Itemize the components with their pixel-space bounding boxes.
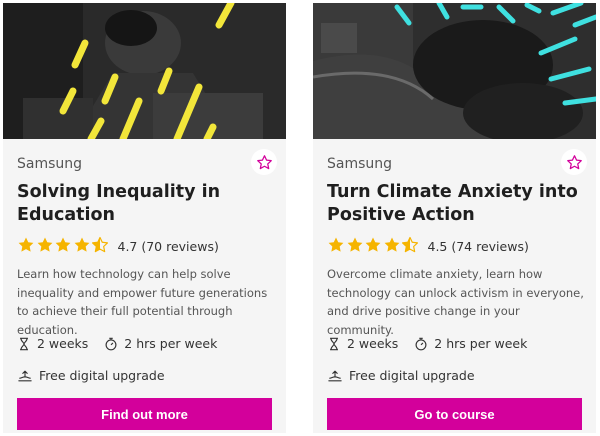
star-icon [37,237,52,252]
find-out-more-button[interactable]: Find out more [17,398,272,430]
course-image[interactable] [313,3,596,139]
star-icon [74,237,89,252]
education-photo [3,3,286,139]
star-half-icon [91,236,109,253]
effort: 2 hrs per week [414,336,527,351]
hourglass-icon [330,337,338,350]
star-half-icon [401,236,419,253]
star-icon [365,237,381,252]
upgrade-icon [328,370,342,381]
star-icon [55,237,71,252]
rating-text: 4.5 (74 reviews) [427,238,529,254]
course-provider: Samsung [17,156,83,172]
upgrade-info: Free digital upgrade [327,368,475,383]
star-icon [18,237,34,252]
favourite-button[interactable] [561,149,587,175]
course-title[interactable]: Turn Climate Anxiety into Positive Actio… [327,181,582,227]
upgrade-text: Free digital upgrade [349,368,475,383]
rating-stars [327,236,420,256]
course-meta: 2 weeks 2 hrs per week [17,336,233,351]
go-to-course-button[interactable]: Go to course [327,398,582,430]
duration-text: 2 weeks [37,336,89,351]
effort-text: 2 hrs per week [434,336,528,351]
stopwatch-icon [105,337,117,350]
course-description: Overcome climate anxiety, learn how tech… [327,267,584,337]
rating-text: 4.7 (70 reviews) [117,238,219,254]
course-rating: 4.5 (74 reviews) [327,235,529,257]
course-description: Learn how technology can help solve ineq… [17,267,268,337]
course-meta: 2 weeks 2 hrs per week [327,336,543,351]
course-card[interactable]: Samsung Solving Inequality in Education … [3,3,286,433]
star-icon [384,237,399,252]
duration: 2 weeks [327,336,398,351]
favourite-button[interactable] [251,149,277,175]
course-card[interactable]: Samsung Turn Climate Anxiety into Positi… [313,3,596,433]
upgrade-info: Free digital upgrade [17,368,165,383]
star-outline-icon [256,154,272,169]
effort-text: 2 hrs per week [124,336,218,351]
effort: 2 hrs per week [104,336,217,351]
upgrade-text: Free digital upgrade [39,368,165,383]
course-title[interactable]: Solving Inequality in Education [17,181,272,227]
star-outline-icon [566,154,582,169]
course-provider: Samsung [327,156,393,172]
duration: 2 weeks [17,336,88,351]
course-rating: 4.7 (70 reviews) [17,235,219,257]
course-image[interactable] [3,3,286,139]
star-icon [328,237,344,252]
duration-text: 2 weeks [347,336,399,351]
star-icon [347,237,362,252]
upgrade-icon [18,370,32,381]
stopwatch-icon [415,337,427,350]
hourglass-icon [20,337,28,350]
rating-stars [17,236,110,256]
city-aerial-photo [313,3,596,139]
